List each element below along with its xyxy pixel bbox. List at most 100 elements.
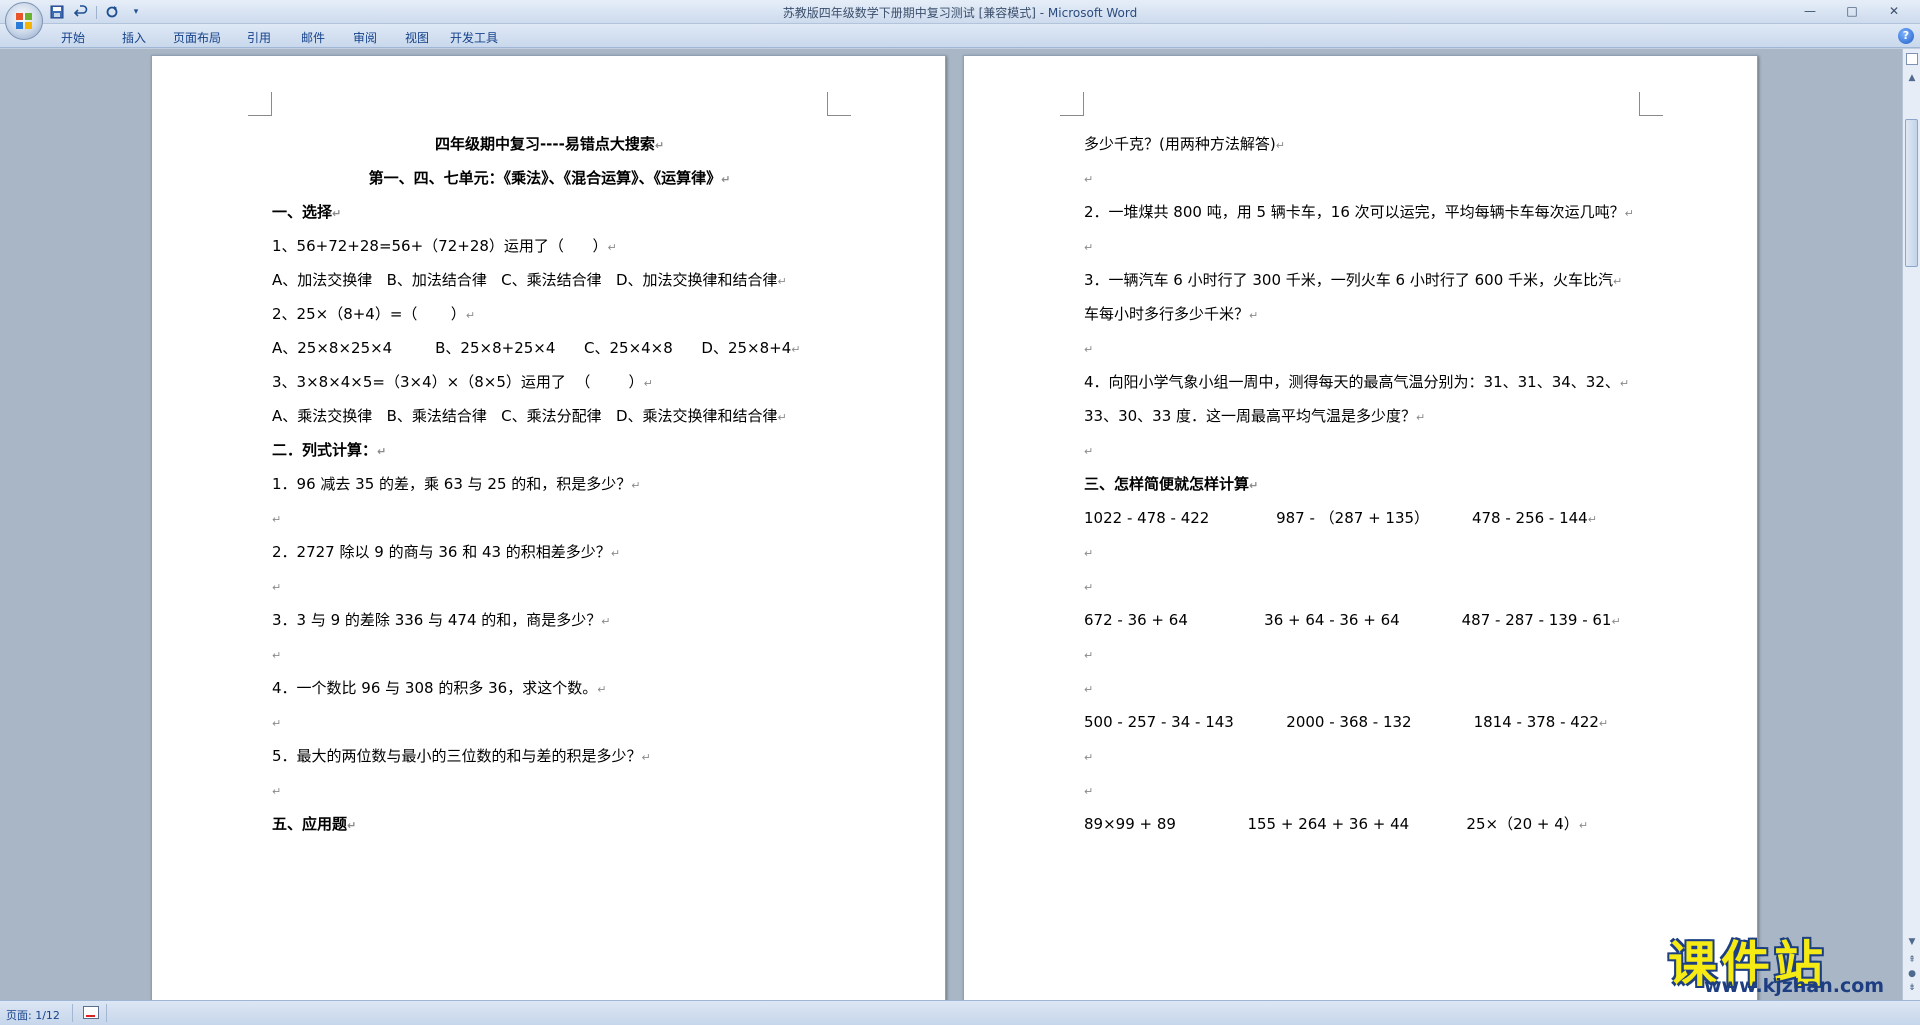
text-line-content: 4．向阳小学气象小组一周中，测得每天的最高气温分别为：31、31、34、32、 bbox=[1084, 373, 1620, 391]
previous-page-icon[interactable]: ⇞ bbox=[1905, 953, 1919, 967]
paragraph-mark-icon: ↵ bbox=[601, 615, 611, 628]
close-button[interactable]: ✕ bbox=[1874, 2, 1914, 20]
paragraph-mark-icon: ↵ bbox=[1416, 411, 1426, 424]
text-line: 3．3 与 9 的差除 336 与 474 的和，商是多少？↵ bbox=[272, 610, 611, 632]
text-line-content: 2．一堆煤共 800 吨，用 5 辆卡车，16 次可以运完，平均每辆卡车每次运几… bbox=[1084, 203, 1625, 221]
window-title: 苏教版四年级数学下册期中复习测试 [兼容模式] - Microsoft Word bbox=[0, 4, 1920, 21]
tab-references[interactable]: 引用 bbox=[236, 27, 282, 48]
page-right[interactable]: 多少千克？(用两种方法解答)↵ ↵ 2．一堆煤共 800 吨，用 5 辆卡车，16 … bbox=[963, 55, 1758, 1000]
paragraph-mark-icon: ↵ bbox=[1084, 173, 1094, 186]
text-line: ↵ bbox=[1084, 576, 1093, 598]
page-left[interactable]: 四年级期中复习----易错点大搜索↵ 第一、四、七单元：《乘法》、《混合运算》、《… bbox=[151, 55, 946, 1000]
paragraph-mark-icon: ↵ bbox=[607, 241, 617, 254]
office-logo-icon bbox=[16, 13, 33, 30]
text-line: 1、56+72+28=56+（72+28）运用了（ ）↵ bbox=[272, 236, 617, 258]
text-line-content: 3、3×8×4×5=（3×4）×（8×5）运用了 （ ） bbox=[272, 373, 644, 391]
text-line-content: 33、30、33 度．这一周最高平均气温是多少度？ bbox=[1084, 407, 1417, 425]
title-bar: ▾ 苏教版四年级数学下册期中复习测试 [兼容模式] - Microsoft Wo… bbox=[0, 0, 1920, 40]
paragraph-mark-icon: ↵ bbox=[347, 819, 357, 832]
page-count[interactable]: 页面: 1/12 bbox=[6, 1007, 60, 1023]
text-line: ↵ bbox=[1084, 440, 1093, 462]
text-line: A、加法交换律 B、加法结合律 C、乘法结合律 D、加法交换律和结合律↵ bbox=[272, 270, 787, 292]
paragraph-mark-icon: ↵ bbox=[1084, 751, 1094, 764]
proofing-icon[interactable] bbox=[83, 1006, 99, 1019]
text-line: 2、25×（8+4）=（ ）↵ bbox=[272, 304, 475, 326]
text-line-content: 1．96 减去 35 的差，乘 63 与 25 的和，积是多少？ bbox=[272, 475, 632, 493]
tab-insert[interactable]: 插入 bbox=[106, 27, 162, 48]
paragraph-mark-icon: ↵ bbox=[1084, 547, 1094, 560]
paragraph-mark-icon: ↵ bbox=[272, 649, 282, 662]
text-line-content: 1、56+72+28=56+（72+28）运用了（ ） bbox=[272, 237, 608, 255]
text-line: ↵ bbox=[1084, 746, 1093, 768]
ribbon-tabs: 开始 插入 页面布局 引用 邮件 审阅 视图 开发工具 ? bbox=[0, 24, 1920, 48]
text-line: ↵ bbox=[1084, 780, 1093, 802]
paragraph-mark-icon: ↵ bbox=[631, 479, 641, 492]
ruler-toggle-icon[interactable] bbox=[1906, 53, 1918, 65]
paragraph-mark-icon: ↵ bbox=[643, 377, 653, 390]
paragraph-mark-icon: ↵ bbox=[272, 717, 282, 730]
text-line-content: 2．2727 除以 9 的商与 36 和 43 的积相差多少？ bbox=[272, 543, 611, 561]
text-line: ↵ bbox=[272, 508, 281, 530]
paragraph-mark-icon: ↵ bbox=[272, 513, 282, 526]
browse-object-icon[interactable]: ● bbox=[1905, 967, 1919, 981]
paragraph-mark-icon: ↵ bbox=[721, 173, 731, 186]
paragraph-mark-icon: ↵ bbox=[1084, 649, 1094, 662]
paragraph-mark-icon: ↵ bbox=[1613, 275, 1623, 288]
scroll-down-icon[interactable]: ▼ bbox=[1905, 935, 1919, 949]
help-icon[interactable]: ? bbox=[1898, 28, 1914, 44]
text-line: 5．最大的两位数与最小的三位数的和与差的积是多少？↵ bbox=[272, 746, 651, 768]
paragraph-mark-icon: ↵ bbox=[1084, 581, 1094, 594]
paragraph-mark-icon: ↵ bbox=[791, 343, 801, 356]
scrollbar-thumb[interactable] bbox=[1905, 119, 1918, 267]
paragraph-mark-icon: ↵ bbox=[641, 751, 651, 764]
text-line-content: 四年级期中复习----易错点大搜索 bbox=[434, 135, 655, 153]
crop-mark bbox=[1060, 92, 1084, 116]
text-line: ↵ bbox=[1084, 338, 1093, 360]
tab-home[interactable]: 开始 bbox=[52, 27, 94, 48]
text-line: ↵ bbox=[1084, 678, 1093, 700]
scroll-up-icon[interactable]: ▲ bbox=[1905, 71, 1919, 85]
text-line: 2．2727 除以 9 的商与 36 和 43 的积相差多少？↵ bbox=[272, 542, 620, 564]
next-page-icon[interactable]: ⇟ bbox=[1905, 981, 1919, 995]
tab-view[interactable]: 视图 bbox=[394, 27, 440, 48]
text-line: 三、怎样简便就怎样计算↵ bbox=[1084, 474, 1258, 496]
text-line: A、乘法交换律 B、乘法结合律 C、乘法分配律 D、乘法交换律和结合律↵ bbox=[272, 406, 787, 428]
text-line-content: 89×99 + 89 155 + 264 + 36 + 44 25×（20 + … bbox=[1084, 815, 1579, 833]
vertical-scrollbar[interactable]: ▲ ▼ ⇞ ● ⇟ bbox=[1902, 49, 1920, 1000]
tab-page-layout[interactable]: 页面布局 bbox=[162, 27, 232, 48]
tab-mailings[interactable]: 邮件 bbox=[290, 27, 336, 48]
text-line: 3、3×8×4×5=（3×4）×（8×5）运用了 （ ）↵ bbox=[272, 372, 653, 394]
paragraph-mark-icon: ↵ bbox=[777, 275, 787, 288]
text-line: 3．一辆汽车 6 小时行了 300 千米，一列火车 6 小时行了 600 千米，… bbox=[1084, 270, 1622, 292]
text-line-content: 1022 - 478 - 422 987 - （287 + 135） 478 -… bbox=[1084, 509, 1588, 527]
text-line: 四年级期中复习----易错点大搜索↵ bbox=[152, 134, 947, 156]
maximize-button[interactable]: □ bbox=[1832, 2, 1872, 20]
text-line: ↵ bbox=[272, 712, 281, 734]
text-line-content: 车每小时多行多少千米？ bbox=[1084, 305, 1250, 323]
paragraph-mark-icon: ↵ bbox=[1275, 139, 1285, 152]
text-line: 4．一个数比 96 与 308 的积多 36，求这个数。↵ bbox=[272, 678, 606, 700]
text-line: 二．列式计算：↵ bbox=[272, 440, 386, 462]
paragraph-mark-icon: ↵ bbox=[377, 445, 387, 458]
text-line-content: 4．一个数比 96 与 308 的积多 36，求这个数。 bbox=[272, 679, 598, 697]
text-line: 89×99 + 89 155 + 264 + 36 + 44 25×（20 + … bbox=[1084, 814, 1588, 836]
text-line: 1022 - 478 - 422 987 - （287 + 135） 478 -… bbox=[1084, 508, 1597, 530]
text-line-content: 多少千克？(用两种方法解答) bbox=[1084, 135, 1276, 153]
paragraph-mark-icon: ↵ bbox=[597, 683, 607, 696]
office-button[interactable] bbox=[5, 2, 43, 40]
paragraph-mark-icon: ↵ bbox=[610, 547, 621, 560]
tab-review[interactable]: 审阅 bbox=[342, 27, 388, 48]
text-line: 一、选择↵ bbox=[272, 202, 341, 224]
minimize-button[interactable]: — bbox=[1790, 2, 1830, 20]
text-line-content: 三、怎样简便就怎样计算 bbox=[1084, 475, 1250, 493]
text-line-content: 一、选择 bbox=[272, 203, 333, 221]
text-line-content: A、加法交换律 B、加法结合律 C、乘法结合律 D、加法交换律和结合律 bbox=[272, 271, 778, 289]
crop-mark bbox=[827, 92, 851, 116]
tab-developer[interactable]: 开发工具 bbox=[444, 27, 504, 48]
paragraph-mark-icon: ↵ bbox=[1084, 445, 1094, 458]
text-line-content: 672 - 36 + 64 36 + 64 - 36 + 64 487 - 28… bbox=[1084, 611, 1612, 629]
paragraph-mark-icon: ↵ bbox=[777, 411, 787, 424]
paragraph-mark-icon: ↵ bbox=[1084, 343, 1094, 356]
status-separator bbox=[106, 1004, 107, 1022]
document-title: 苏教版四年级数学下册期中复习测试 [兼容模式] - bbox=[782, 6, 1048, 20]
